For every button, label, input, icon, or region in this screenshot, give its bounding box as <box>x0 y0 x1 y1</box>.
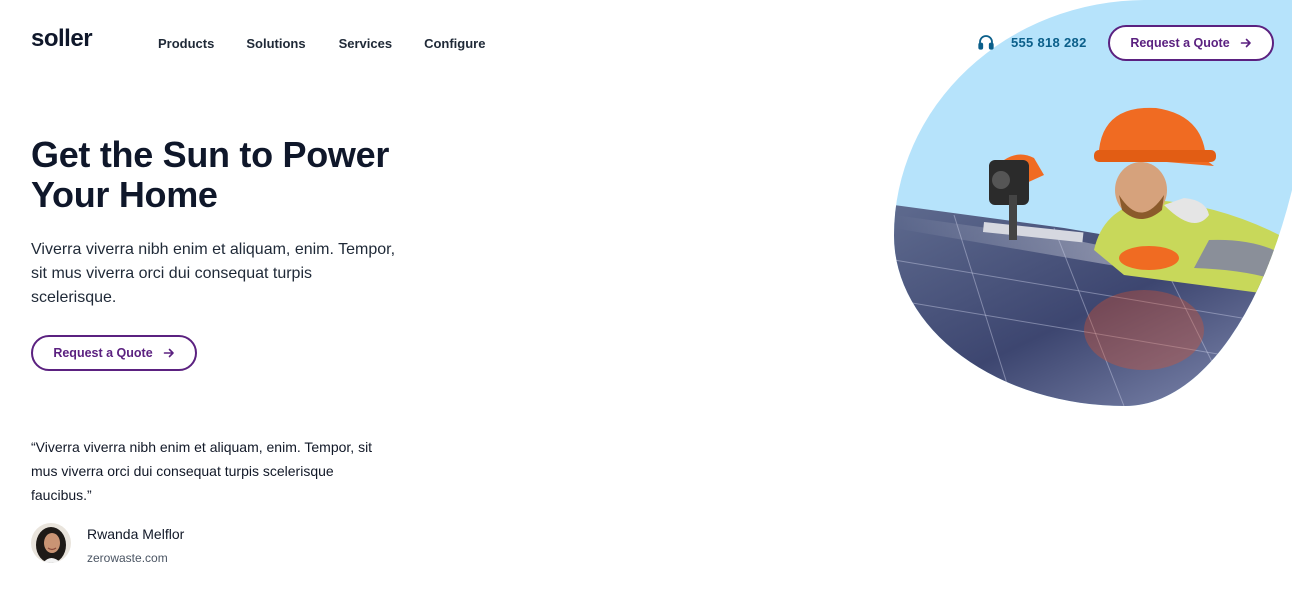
avatar <box>31 523 71 563</box>
phone-contact[interactable]: 555 818 282 <box>977 33 1087 51</box>
nav-products[interactable]: Products <box>158 36 214 51</box>
nav-configure[interactable]: Configure <box>424 36 485 51</box>
testimonial-site[interactable]: zerowaste.com <box>87 551 168 565</box>
main-nav: Products Solutions Services Configure <box>158 36 485 51</box>
hero-request-quote-button[interactable]: Request a Quote <box>31 335 197 371</box>
header-request-quote-button[interactable]: Request a Quote <box>1108 25 1274 61</box>
testimonial-quote: “Viverra viverra nibh enim et aliquam, e… <box>31 439 373 503</box>
hero-lead: Viverra viverra nibh enim et aliquam, en… <box>31 241 396 306</box>
header-cta-label: Request a Quote <box>1130 36 1230 50</box>
arrow-right-icon <box>1240 38 1251 48</box>
nav-solutions[interactable]: Solutions <box>246 36 305 51</box>
arrow-right-icon <box>163 348 174 358</box>
headphones-icon <box>978 35 994 50</box>
logo[interactable]: soller <box>31 25 93 53</box>
phone-number[interactable]: 555 818 282 <box>1011 35 1087 50</box>
testimonial-author: Rwanda Melflor <box>87 526 185 542</box>
nav-services[interactable]: Services <box>339 36 393 51</box>
hero-title: Get the Sun to Power Your Home <box>31 134 390 215</box>
hero-cta-label: Request a Quote <box>53 346 153 360</box>
